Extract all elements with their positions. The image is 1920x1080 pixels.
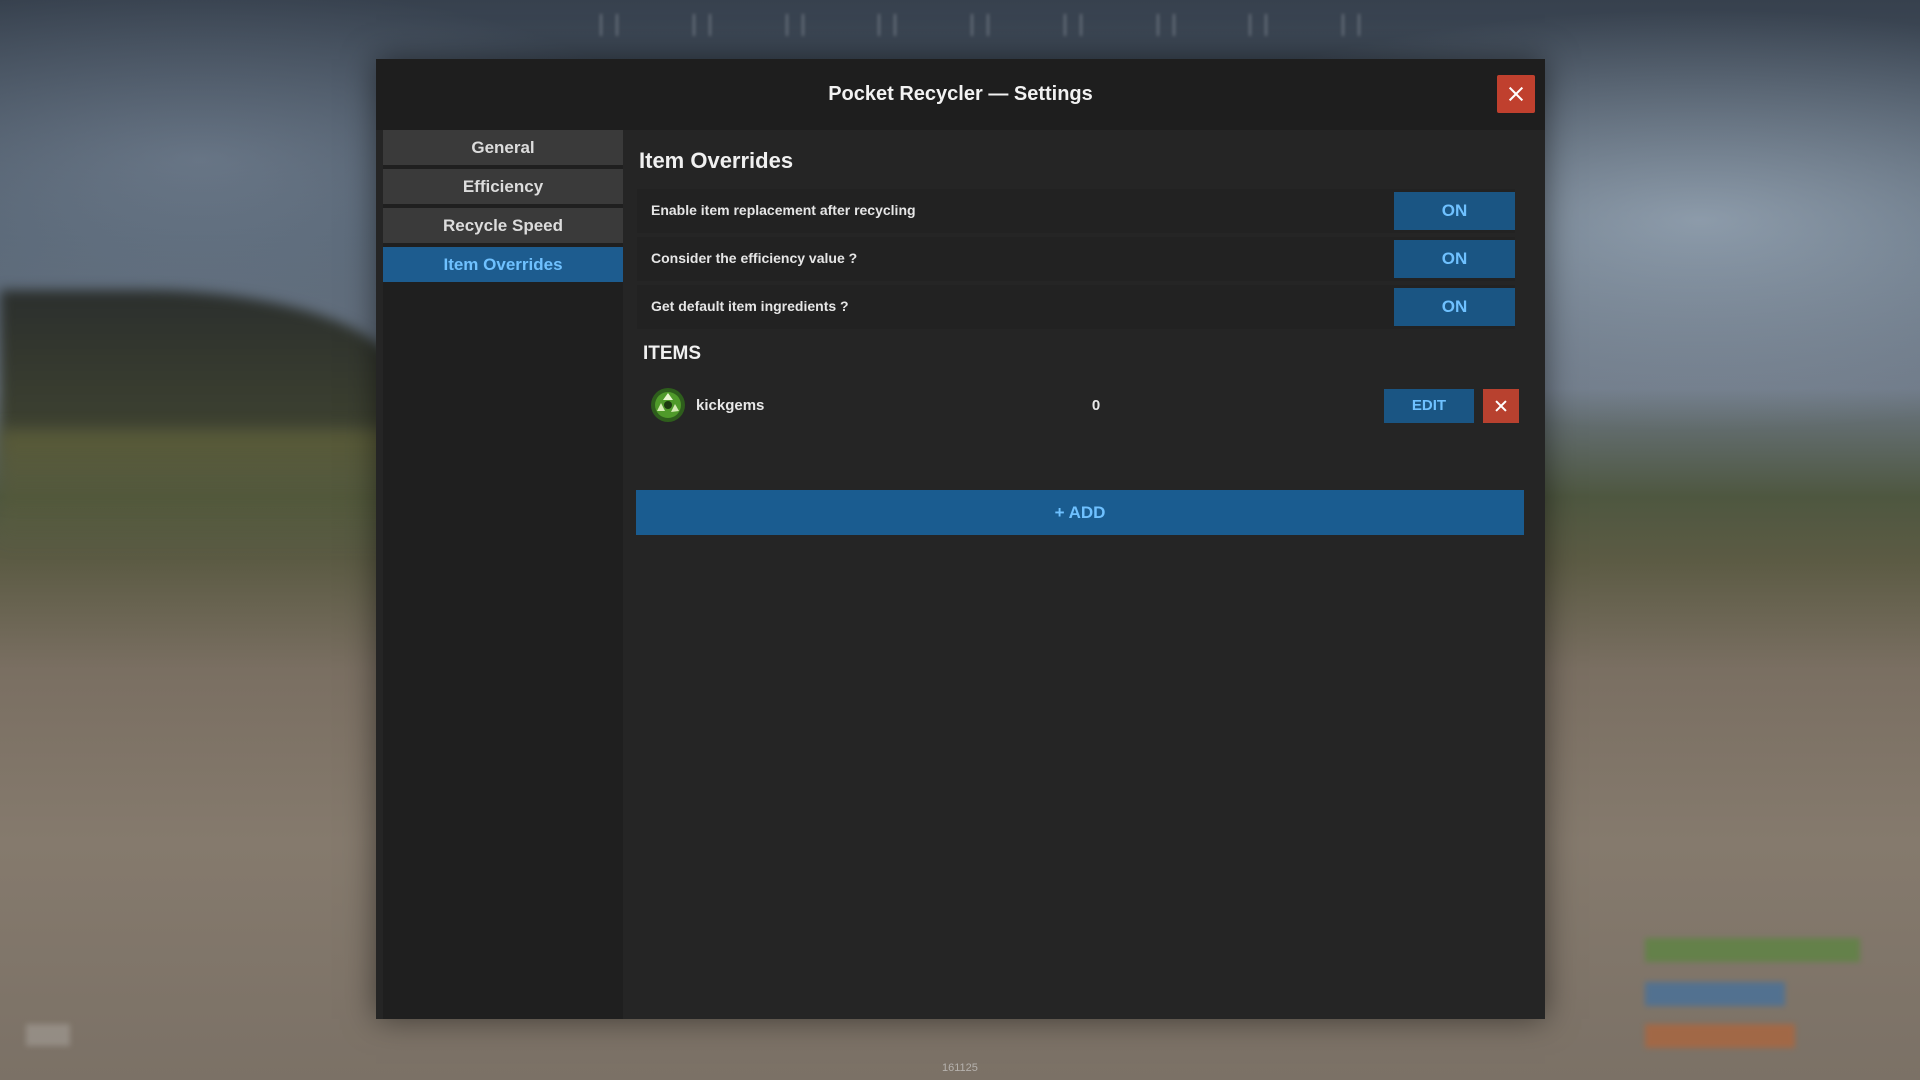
sidebar-item-general[interactable]: General	[383, 130, 623, 165]
item-name: kickgems	[696, 397, 765, 414]
items-section-title: ITEMS	[643, 343, 702, 364]
sidebar-item-recycle-speed[interactable]: Recycle Speed	[383, 208, 623, 243]
close-button[interactable]	[1497, 75, 1535, 113]
sidebar-item-item-overrides[interactable]: Item Overrides	[383, 247, 623, 282]
page-title: Item Overrides	[639, 148, 794, 173]
hud-food-bar	[1645, 1024, 1795, 1048]
add-item-button[interactable]: + ADD	[636, 490, 1524, 535]
toggle-label: Enable item replacement after recycling	[651, 202, 916, 218]
content-panel: Item Overrides Enable item replacement a…	[633, 130, 1538, 1019]
recycle-icon	[650, 387, 686, 423]
settings-modal: Pocket Recycler — Settings General Effic…	[376, 59, 1545, 1019]
list-item: kickgems 0 EDIT	[637, 384, 1527, 428]
close-icon	[1507, 85, 1525, 103]
modal-header: Pocket Recycler — Settings	[376, 59, 1545, 130]
toggle-label: Get default item ingredients ?	[651, 298, 849, 314]
version-label: 161125	[942, 1062, 978, 1074]
compass-bar	[600, 14, 1360, 44]
item-replacement-toggle[interactable]: ON	[1394, 192, 1515, 230]
background-grass	[0, 430, 400, 550]
hud-health-bar	[1645, 938, 1860, 962]
toggle-row-item-replacement: Enable item replacement after recycling …	[637, 189, 1515, 233]
toggle-row-default-ingredients: Get default item ingredients ? ON	[637, 285, 1515, 329]
efficiency-value-toggle[interactable]: ON	[1394, 240, 1515, 278]
remove-item-button[interactable]	[1483, 389, 1519, 423]
toggle-row-efficiency-value: Consider the efficiency value ? ON	[637, 237, 1515, 281]
hud-water-bar	[1645, 982, 1785, 1006]
default-ingredients-toggle[interactable]: ON	[1394, 288, 1515, 326]
close-icon	[1494, 399, 1508, 413]
hud-corner-indicator	[26, 1024, 70, 1046]
sidebar: General Efficiency Recycle Speed Item Ov…	[383, 130, 623, 1019]
sidebar-item-efficiency[interactable]: Efficiency	[383, 169, 623, 204]
modal-title: Pocket Recycler — Settings	[828, 83, 1093, 105]
edit-item-button[interactable]: EDIT	[1384, 389, 1474, 423]
item-count: 0	[1091, 397, 1101, 414]
toggle-label: Consider the efficiency value ?	[651, 250, 858, 266]
